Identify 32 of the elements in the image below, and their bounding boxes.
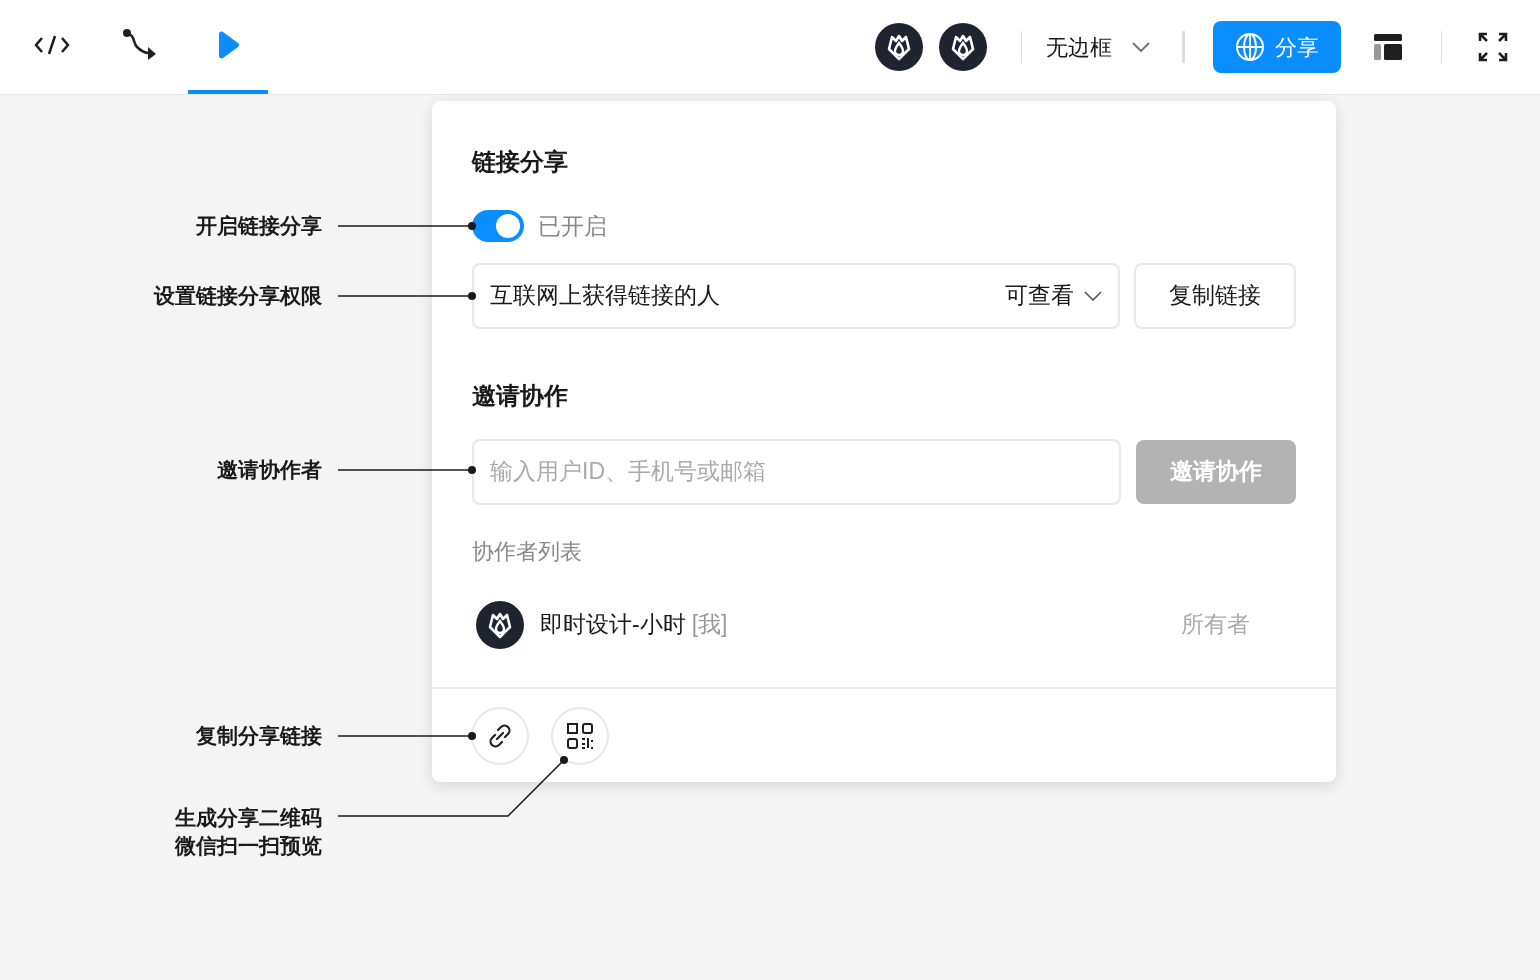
code-icon (33, 33, 71, 57)
chevron-down-icon (1132, 42, 1150, 52)
layout-icon[interactable] (1373, 32, 1403, 62)
globe-icon (1235, 32, 1265, 62)
avatar (476, 600, 524, 649)
link-icon (486, 721, 514, 750)
annotation-label: 设置链接分享权限 (152, 283, 322, 309)
annotation-label: 邀请协作者 (216, 457, 322, 483)
avatar (875, 23, 923, 71)
collaborator-name: 即时设计-小时 (540, 610, 686, 640)
annotation-label: 开启链接分享 (195, 213, 322, 239)
chevron-down-icon (1084, 290, 1103, 301)
annotation-label: 生成分享二维码 微信扫一扫预览 (173, 805, 322, 859)
permission-dropdown[interactable]: 互联网上获得链接的人 可查看 (472, 262, 1121, 329)
collaborator-role: 所有者 (1181, 610, 1250, 640)
fullscreen-icon[interactable] (1478, 32, 1508, 62)
toggle-status: 已开启 (538, 212, 607, 241)
toggle-switch[interactable] (472, 210, 524, 243)
copy-link-button[interactable]: 复制链接 (1134, 262, 1296, 329)
invite-input-field[interactable]: 输入用户ID、手机号或邮箱 (472, 438, 1122, 505)
section-title: 邀请协作 (472, 380, 569, 411)
frame-dropdown[interactable]: 无边框 (1046, 30, 1150, 64)
play-icon (216, 31, 240, 59)
collaborators-label: 协作者列表 (472, 537, 583, 566)
collaborator-tag: [我] (691, 607, 728, 642)
permission-value: 可查看 (1005, 281, 1075, 311)
qr-code-icon (567, 722, 593, 749)
avatar (939, 23, 987, 71)
section-title: 链接分享 (472, 147, 569, 177)
connector-icon (122, 28, 158, 62)
audience-label: 互联网上获得链接的人 (490, 281, 720, 311)
annotation-label: 复制分享链接 (195, 723, 322, 749)
